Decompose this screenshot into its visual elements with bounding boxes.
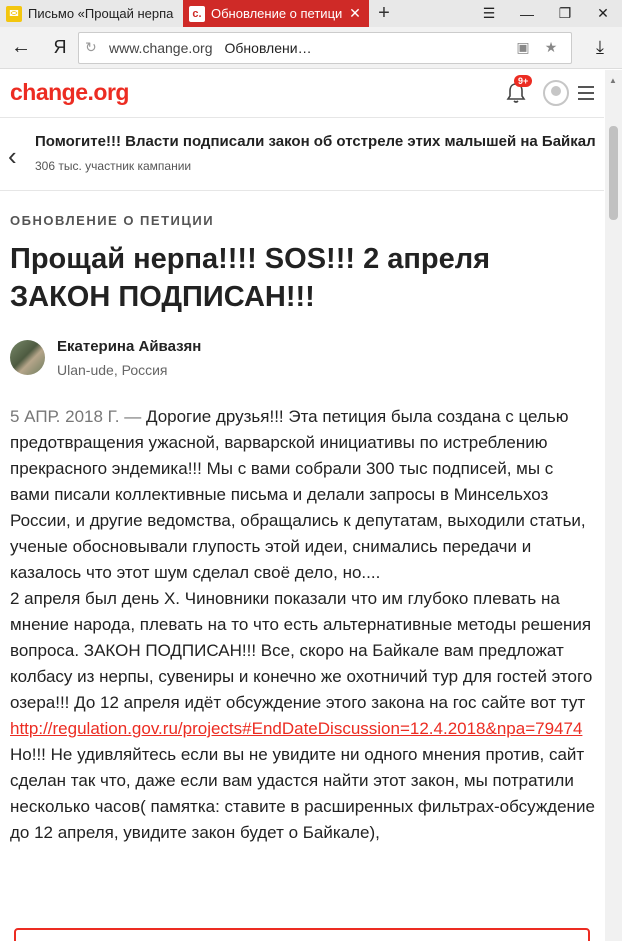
- mail-icon: ✉: [6, 5, 22, 22]
- author-name: Екатерина Айвазян: [57, 338, 202, 355]
- close-window-icon[interactable]: ✕: [584, 0, 622, 27]
- article-headline: Прощай нерпа!!!! SOS!!! 2 апреля ЗАКОН П…: [10, 243, 491, 313]
- hamburger-menu-icon[interactable]: [578, 86, 594, 104]
- site-header: change.org 9+: [0, 70, 604, 118]
- download-icon[interactable]: ⤓: [578, 37, 622, 58]
- reader-mode-icon[interactable]: ▣: [509, 39, 537, 56]
- tab-close-icon[interactable]: ✕: [347, 5, 363, 22]
- paragraph-2: 2 апреля был день Х. Чиновники показали …: [10, 589, 593, 712]
- minimize-icon[interactable]: —: [508, 0, 546, 27]
- address-bar: ← Я ↻ www.change.org Обновлени… ▣ ★ ⤓: [0, 27, 622, 69]
- url-field[interactable]: ↻ www.change.org Обновлени… ▣ ★: [78, 31, 572, 64]
- notification-badge: 9+: [514, 75, 533, 87]
- paragraph-1-text: Дорогие друзья!!! Эта петиция была созда…: [10, 407, 586, 582]
- tab-title: Обновление о петици: [211, 6, 343, 21]
- article-body: 5 АПР. 2018 Г. — Дорогие друзья!!! Эта п…: [10, 404, 596, 846]
- browser-tab-strip: ✉ Письмо «Прощай нерпа c. Обновление о п…: [0, 0, 622, 27]
- sign-petition-button[interactable]: [14, 928, 590, 941]
- author-avatar[interactable]: [10, 340, 45, 375]
- change-org-logo[interactable]: change.org: [10, 79, 129, 106]
- new-tab-icon[interactable]: +: [369, 0, 399, 27]
- change-icon: c.: [189, 5, 205, 22]
- scroll-thumb[interactable]: [609, 126, 618, 220]
- page-scrollbar[interactable]: ▲: [605, 70, 622, 941]
- tab-change[interactable]: c. Обновление о петици ✕: [183, 0, 369, 27]
- petition-title[interactable]: Помогите!!! Власти подписали закон об от…: [35, 133, 595, 150]
- back-arrow-icon[interactable]: ←: [0, 27, 42, 69]
- petition-participants: 306 тыс. участник кампании: [35, 159, 192, 173]
- yandex-logo[interactable]: Я: [42, 37, 78, 58]
- tab-title: Письмо «Прощай нерпа: [28, 6, 174, 21]
- paragraph-3: Но!!! Не удивляйтесь если вы не увидите …: [10, 745, 595, 842]
- chevron-left-icon[interactable]: ‹: [8, 141, 17, 172]
- author-location: Ulan-ude, Россия: [57, 362, 168, 378]
- petition-bar[interactable]: ‹ Помогите!!! Власти подписали закон об …: [0, 119, 604, 191]
- scroll-up-icon[interactable]: ▲: [609, 76, 617, 85]
- article-date: 5 АПР. 2018 Г. —: [10, 407, 142, 426]
- window-controls: ☰ — ❐ ✕: [470, 0, 622, 27]
- maximize-icon[interactable]: ❐: [546, 0, 584, 27]
- reload-icon[interactable]: ↻: [85, 39, 109, 56]
- tab-mail[interactable]: ✉ Письмо «Прощай нерпа: [0, 0, 183, 27]
- update-kicker: ОБНОВЛЕНИЕ О ПЕТИЦИИ: [10, 213, 215, 228]
- url-host: www.change.org: [109, 39, 213, 56]
- bookmark-star-icon[interactable]: ★: [537, 39, 565, 56]
- url-page-title: Обновлени…: [224, 39, 312, 56]
- paragraph-1: 5 АПР. 2018 Г. — Дорогие друзья!!! Эта п…: [10, 404, 596, 586]
- menu-icon[interactable]: ☰: [470, 0, 508, 27]
- regulation-link[interactable]: http://regulation.gov.ru/projects#EndDat…: [10, 716, 596, 742]
- user-avatar-icon[interactable]: [543, 80, 569, 106]
